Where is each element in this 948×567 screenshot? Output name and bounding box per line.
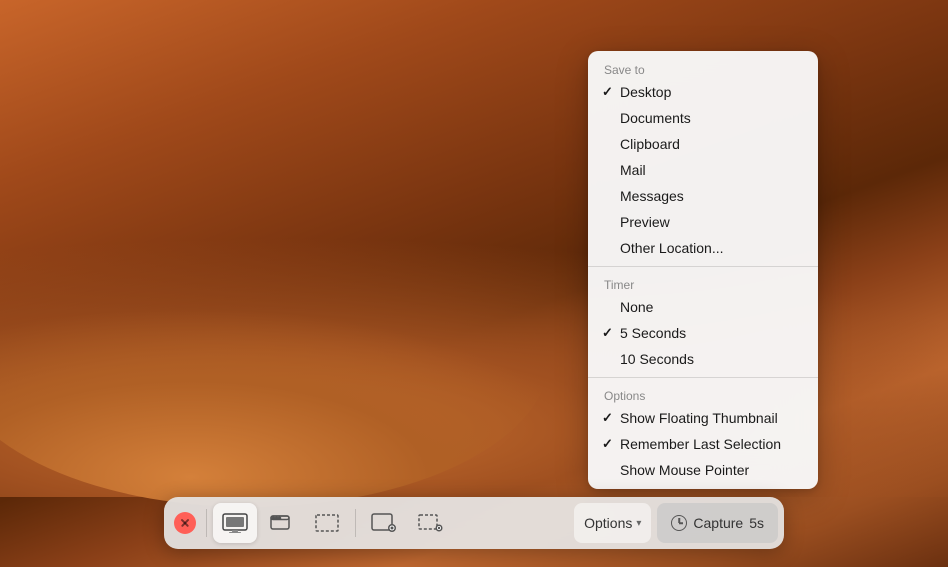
check-icon-5s: ✓: [602, 325, 613, 341]
check-icon: ✓: [602, 84, 613, 100]
menu-item-documents[interactable]: Documents: [588, 105, 818, 131]
record-selection-button[interactable]: [408, 503, 452, 543]
separator-2: [355, 509, 356, 537]
check-icon-thumbnail: ✓: [602, 410, 613, 426]
record-selection-icon: [417, 513, 443, 533]
screenshot-toolbar: Options ▾ Capture 5s: [164, 497, 784, 549]
options-label: Options: [584, 515, 632, 531]
capture-label: Capture: [693, 515, 743, 531]
save-to-section-label: Save to: [588, 57, 818, 79]
capture-window-icon: [268, 513, 294, 533]
menu-item-mail[interactable]: Mail: [588, 157, 818, 183]
menu-item-preview[interactable]: Preview: [588, 209, 818, 235]
separator-1: [206, 509, 207, 537]
capture-window-button[interactable]: [259, 503, 303, 543]
menu-item-show-mouse-pointer[interactable]: Show Mouse Pointer: [588, 457, 818, 483]
capture-entire-screen-icon: [222, 513, 248, 533]
divider-2: [588, 377, 818, 378]
menu-item-10-seconds[interactable]: 10 Seconds: [588, 346, 818, 372]
menu-item-show-floating-thumbnail[interactable]: ✓ Show Floating Thumbnail: [588, 405, 818, 431]
divider-1: [588, 266, 818, 267]
chevron-down-icon: ▾: [636, 518, 641, 529]
capture-selection-button[interactable]: [305, 503, 349, 543]
record-screen-button[interactable]: [362, 503, 406, 543]
capture-timer: 5s: [749, 515, 764, 531]
record-screen-icon: [371, 513, 397, 533]
menu-item-none[interactable]: None: [588, 294, 818, 320]
options-section-label: Options: [588, 383, 818, 405]
close-button[interactable]: [174, 512, 196, 534]
menu-item-5-seconds[interactable]: ✓ 5 Seconds: [588, 320, 818, 346]
options-dropdown: Save to ✓ Desktop Documents Clipboard Ma…: [588, 51, 818, 489]
capture-button[interactable]: Capture 5s: [657, 503, 778, 543]
menu-item-clipboard[interactable]: Clipboard: [588, 131, 818, 157]
menu-item-other-location[interactable]: Other Location...: [588, 235, 818, 261]
menu-item-messages[interactable]: Messages: [588, 183, 818, 209]
timer-section-label: Timer: [588, 272, 818, 294]
capture-entire-screen-button[interactable]: [213, 503, 257, 543]
options-button[interactable]: Options ▾: [574, 503, 651, 543]
clock-icon: [671, 515, 687, 531]
check-icon-remember: ✓: [602, 436, 613, 452]
capture-selection-icon: [314, 513, 340, 533]
menu-item-desktop[interactable]: ✓ Desktop: [588, 79, 818, 105]
menu-item-remember-last-selection[interactable]: ✓ Remember Last Selection: [588, 431, 818, 457]
